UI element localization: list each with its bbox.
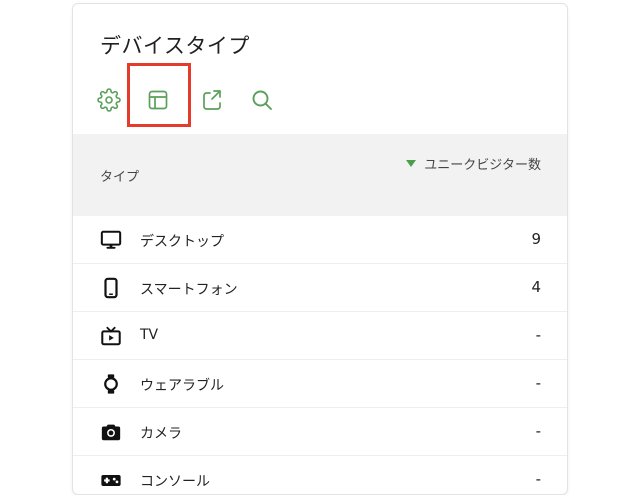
tv-icon (100, 325, 122, 347)
row-label: ウェアラブル (140, 378, 224, 394)
table-row[interactable]: スマートフォン 4 (73, 264, 567, 312)
export-button[interactable] (197, 84, 227, 116)
row-label: デスクトップ (140, 234, 224, 250)
table-row[interactable]: TV - (73, 312, 567, 360)
column-header-unique-visitors[interactable]: ユニークビジター数 (391, 155, 541, 177)
gamepad-icon (100, 469, 122, 491)
row-label: スマートフォン (140, 282, 238, 298)
table-view-highlight-box (127, 63, 191, 127)
row-value: 4 (531, 278, 541, 296)
column-header-type[interactable]: タイプ (100, 166, 139, 185)
watch-icon (100, 373, 122, 395)
table-header: タイプ ユニークビジター数 (73, 134, 567, 216)
row-value: 9 (531, 230, 541, 248)
table-row[interactable]: デスクトップ 9 (73, 216, 567, 264)
device-table-body: デスクトップ 9 スマートフォン 4 TV - ウェアラブル - カメラ - コ… (73, 216, 567, 494)
row-value: - (535, 374, 541, 392)
widget-title: デバイスタイプ (100, 34, 250, 58)
device-type-widget: デバイスタイプ タイプ ユニークビジター数 デスクトップ 9 スマートフォン 4… (72, 3, 568, 495)
gear-icon (97, 88, 121, 112)
table-row[interactable]: カメラ - (73, 408, 567, 456)
desktop-icon (100, 229, 122, 251)
row-value: - (535, 422, 541, 440)
row-value: - (535, 326, 541, 344)
search-icon (252, 90, 272, 110)
row-label: カメラ (140, 426, 182, 442)
settings-button[interactable] (94, 84, 124, 116)
search-button[interactable] (247, 84, 277, 116)
row-label: TV (140, 327, 159, 343)
camera-icon (100, 421, 122, 443)
table-row[interactable]: ウェアラブル - (73, 360, 567, 408)
column-header-label: ユニークビジター数 (424, 158, 541, 173)
table-row[interactable]: コンソール - (73, 456, 567, 494)
smartphone-icon (100, 277, 122, 299)
row-value: - (535, 470, 541, 488)
sort-desc-icon (406, 160, 417, 167)
export-icon (203, 90, 221, 110)
row-label: コンソール (140, 474, 210, 490)
